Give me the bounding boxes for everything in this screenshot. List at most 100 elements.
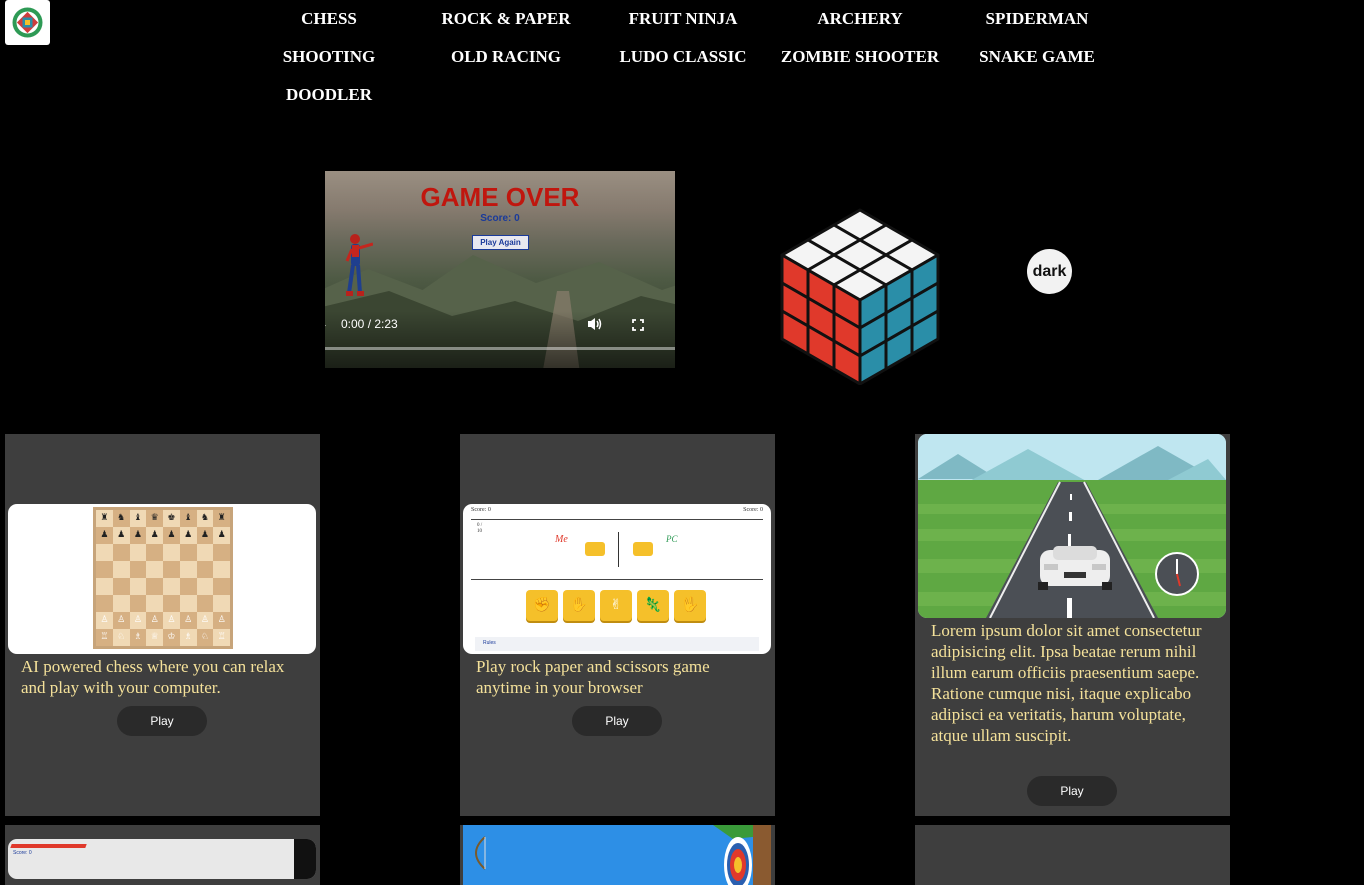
chess-square[interactable]: [163, 595, 180, 612]
chess-square[interactable]: [179, 544, 197, 561]
chess-square[interactable]: ♙: [196, 612, 214, 629]
chess-square[interactable]: [213, 544, 230, 561]
site-logo[interactable]: [5, 0, 50, 45]
chess-thumbnail[interactable]: ♜ ♞ ♝ ♛ ♚ ♝ ♞ ♜ ♟ ♟ ♟ ♟ ♟ ♟ ♟ ♟ ♙ ♙ ♙ ♙ ♙ ♙ ♙ ♙ ♖ ♘ ♗ ♕ ♔ ♗ ♘ ♖: [8, 504, 316, 654]
chess-square[interactable]: [179, 561, 197, 578]
chess-square[interactable]: [163, 561, 180, 578]
chess-square[interactable]: ♞: [112, 510, 130, 527]
chess-square[interactable]: [196, 561, 214, 578]
fullscreen-icon[interactable]: [632, 319, 644, 331]
chess-square[interactable]: [213, 595, 230, 612]
chess-square[interactable]: ♗: [129, 629, 147, 646]
rock-paper-thumbnail[interactable]: Score: 0 Score: 0 0 / 10 Me PC ✊ ✋ ✌ 🦎 🖖…: [463, 504, 771, 654]
chess-square[interactable]: [112, 561, 130, 578]
chess-square[interactable]: ♟: [112, 527, 130, 544]
chess-square[interactable]: [146, 578, 163, 595]
chess-square[interactable]: ♔: [163, 629, 180, 646]
nav-rock-paper[interactable]: ROCK & PAPER: [417, 9, 595, 29]
nav-chess[interactable]: CHESS: [240, 9, 418, 29]
chess-square[interactable]: ♝: [129, 510, 147, 527]
chess-square[interactable]: ♙: [96, 612, 113, 629]
chess-square[interactable]: ♟: [213, 527, 230, 544]
chess-square[interactable]: [163, 544, 180, 561]
chess-square[interactable]: ♟: [146, 527, 163, 544]
chess-square[interactable]: [112, 578, 130, 595]
chess-square[interactable]: [96, 578, 113, 595]
chess-square[interactable]: [129, 544, 147, 561]
play-button-chess[interactable]: Play: [117, 706, 207, 736]
rps-paper-button[interactable]: ✋: [563, 590, 595, 621]
dark-mode-toggle[interactable]: dark: [1027, 249, 1072, 294]
nav-shooting[interactable]: SHOOTING: [240, 47, 418, 67]
rps-divider-top: [471, 519, 763, 520]
racing-thumbnail[interactable]: [918, 434, 1226, 618]
chess-square[interactable]: [112, 595, 130, 612]
chess-square[interactable]: [179, 578, 197, 595]
chess-square[interactable]: [196, 544, 214, 561]
chess-square[interactable]: [96, 595, 113, 612]
chess-square[interactable]: ♟: [179, 527, 197, 544]
nav-ludo-classic[interactable]: LUDO CLASSIC: [594, 47, 772, 67]
chess-square[interactable]: [196, 595, 214, 612]
chess-square[interactable]: ♞: [196, 510, 214, 527]
rps-scissors-button[interactable]: ✌: [600, 590, 632, 621]
chess-square[interactable]: [146, 544, 163, 561]
play-button-racing[interactable]: Play: [1027, 776, 1117, 806]
shooting-thumbnail[interactable]: Score: 0: [8, 839, 316, 879]
nav-snake-game[interactable]: SNAKE GAME: [948, 47, 1126, 67]
nav-old-racing[interactable]: OLD RACING: [417, 47, 595, 67]
nav-archery[interactable]: ARCHERY: [771, 9, 949, 29]
game-video-player[interactable]: GAME OVER Score: 0 Play Again ▶ 0:00 / 2…: [325, 171, 675, 368]
archery-thumbnail[interactable]: [463, 825, 771, 885]
chess-square[interactable]: [196, 578, 214, 595]
chess-square[interactable]: ♙: [129, 612, 147, 629]
chess-square[interactable]: ♖: [213, 629, 230, 646]
chess-square[interactable]: ♙: [163, 612, 180, 629]
chess-square[interactable]: ♜: [96, 510, 113, 527]
chess-square[interactable]: [96, 561, 113, 578]
chess-square[interactable]: [96, 544, 113, 561]
chess-square[interactable]: [163, 578, 180, 595]
chess-square[interactable]: ♙: [179, 612, 197, 629]
chess-square[interactable]: ♟: [163, 527, 180, 544]
chess-square[interactable]: ♜: [213, 510, 230, 527]
chess-square[interactable]: ♝: [179, 510, 197, 527]
chess-square[interactable]: [129, 578, 147, 595]
volume-icon[interactable]: [587, 317, 603, 331]
rps-rock-button[interactable]: ✊: [526, 590, 558, 621]
chess-square[interactable]: ♖: [96, 629, 113, 646]
chess-square[interactable]: ♙: [213, 612, 230, 629]
chess-square[interactable]: [213, 561, 230, 578]
nav-doodler[interactable]: DOODLER: [240, 85, 418, 105]
chess-square[interactable]: ♚: [163, 510, 180, 527]
chess-square[interactable]: ♛: [146, 510, 163, 527]
chess-square[interactable]: ♕: [146, 629, 163, 646]
chess-square[interactable]: ♘: [112, 629, 130, 646]
chess-square[interactable]: ♗: [179, 629, 197, 646]
chess-square[interactable]: ♘: [196, 629, 214, 646]
chess-square[interactable]: [179, 595, 197, 612]
chess-square[interactable]: ♟: [196, 527, 214, 544]
chess-square[interactable]: ♟: [96, 527, 113, 544]
nav-fruit-ninja[interactable]: FRUIT NINJA: [594, 9, 772, 29]
play-icon[interactable]: ▶: [325, 317, 326, 333]
nav-spiderman[interactable]: SPIDERMAN: [948, 9, 1126, 29]
chess-square[interactable]: [112, 544, 130, 561]
chess-square[interactable]: ♟: [129, 527, 147, 544]
chess-square[interactable]: [129, 595, 147, 612]
chess-square[interactable]: ♙: [112, 612, 130, 629]
chess-square[interactable]: [213, 578, 230, 595]
play-again-button[interactable]: Play Again: [472, 235, 529, 250]
archery-scene: [475, 825, 771, 885]
nav-zombie-shooter[interactable]: ZOMBIE SHOOTER: [771, 47, 949, 67]
play-button-rock-paper[interactable]: Play: [572, 706, 662, 736]
chess-square[interactable]: ♙: [146, 612, 163, 629]
rps-spock-button[interactable]: 🖖: [674, 590, 706, 621]
chess-square[interactable]: [129, 561, 147, 578]
video-progress-bar[interactable]: [325, 347, 675, 350]
rps-lizard-button[interactable]: 🦎: [637, 590, 669, 621]
chess-square[interactable]: [146, 595, 163, 612]
rps-rules-bar[interactable]: [475, 637, 759, 651]
rps-round: 0 / 10: [477, 523, 483, 534]
chess-square[interactable]: [146, 561, 163, 578]
